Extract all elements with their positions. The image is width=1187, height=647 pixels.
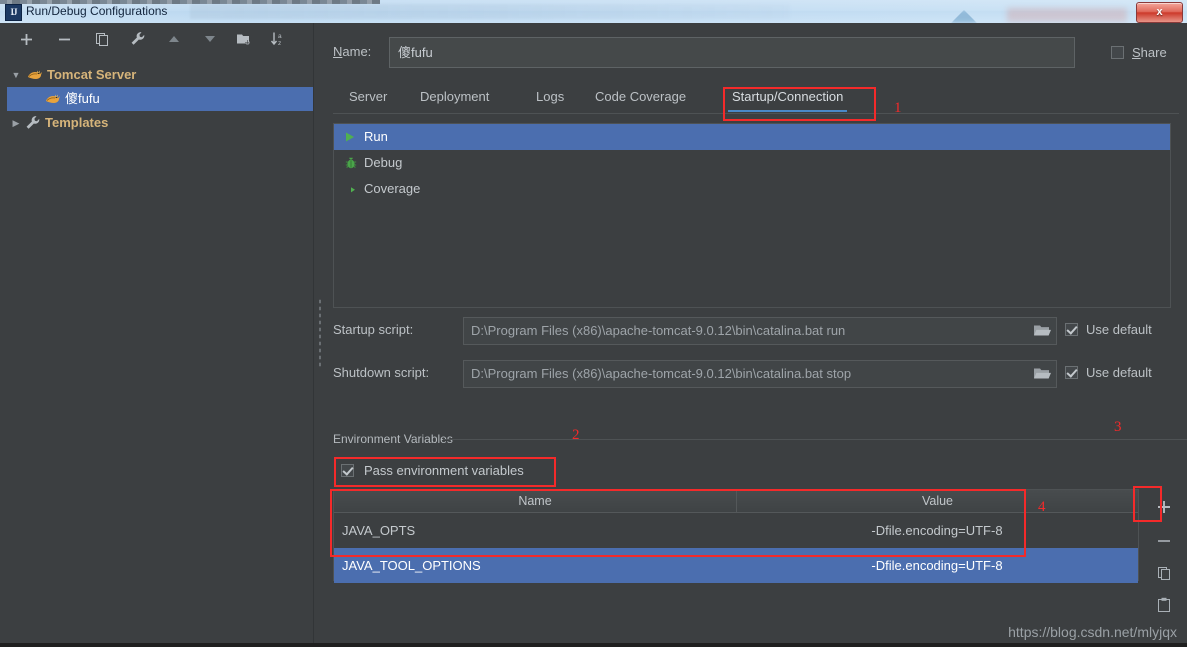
group-divider xyxy=(443,439,1187,440)
tree-item-label: Tomcat Server xyxy=(47,67,137,82)
startup-mode-list[interactable]: Run Debug Coverage xyxy=(333,123,1171,308)
tree-item-templates[interactable]: ▶ Templates xyxy=(7,111,313,135)
cell-value[interactable]: -Dfile.encoding=UTF-8 xyxy=(736,558,1138,573)
watermark: https://blog.csdn.net/mlyjqx xyxy=(1008,624,1177,640)
cell-name[interactable]: JAVA_TOOL_OPTIONS xyxy=(334,558,736,573)
tab-deployment[interactable]: Deployment xyxy=(416,81,493,112)
copy-variable-button[interactable] xyxy=(1147,557,1181,589)
new-folder-button[interactable] xyxy=(234,30,254,48)
background-blur xyxy=(190,4,790,19)
startup-use-default-checkbox[interactable]: Use default xyxy=(1065,322,1152,337)
chevron-right-icon[interactable]: ▶ xyxy=(7,111,25,135)
shutdown-use-default-checkbox[interactable]: Use default xyxy=(1065,365,1152,380)
shutdown-script-label: Shutdown script: xyxy=(333,365,430,380)
tree-item-shafufu[interactable]: 傻fufu xyxy=(7,87,313,111)
run-debug-configurations-dialog: IJ Run/Debug Configurations x a z ▼ Tomc… xyxy=(0,0,1187,647)
annotation-number-4: 4 xyxy=(1038,499,1046,515)
annotation-number-1: 1 xyxy=(894,100,902,116)
startup-use-default-box[interactable] xyxy=(1065,323,1078,336)
share-checkbox[interactable]: Share xyxy=(1111,42,1187,62)
share-label: Share xyxy=(1132,44,1167,60)
configurations-toolbar: a z xyxy=(0,23,313,55)
list-item-label: Run xyxy=(364,129,388,144)
tab-code-coverage[interactable]: Code Coverage xyxy=(591,81,690,112)
name-row: Name: 傻fufu Share xyxy=(333,37,1187,69)
wrench-icon xyxy=(25,115,41,131)
splitter-grip[interactable] xyxy=(318,298,322,368)
chevron-down-icon[interactable]: ▼ xyxy=(7,63,25,87)
annotation-box-3 xyxy=(1133,486,1162,522)
window-title-bar: IJ Run/Debug Configurations x xyxy=(0,0,1187,24)
tab-logs[interactable]: Logs xyxy=(532,81,568,112)
remove-configuration-button[interactable] xyxy=(54,30,74,48)
move-down-button[interactable] xyxy=(200,30,220,48)
window-title: Run/Debug Configurations xyxy=(26,4,168,18)
remove-variable-button[interactable] xyxy=(1147,525,1181,557)
tree-item-label: Templates xyxy=(45,115,109,130)
name-label: Name: xyxy=(333,44,372,59)
move-up-button[interactable] xyxy=(164,30,184,48)
startup-script-browse-folder-icon[interactable] xyxy=(1033,323,1051,338)
name-input[interactable]: 傻fufu xyxy=(389,37,1075,68)
shutdown-script-input[interactable]: D:\Program Files (x86)\apache-tomcat-9.0… xyxy=(463,360,1057,388)
tree-item-tomcat-server[interactable]: ▼ Tomcat Server xyxy=(7,63,313,87)
configurations-tree[interactable]: ▼ Tomcat Server 傻fufu ▶ Templates xyxy=(7,63,313,135)
svg-text:a: a xyxy=(278,33,282,40)
tomcat-icon xyxy=(25,67,43,83)
startup-script-row: Startup script: D:\Program Files (x86)\a… xyxy=(333,317,1187,345)
sort-alpha-icon[interactable]: a z xyxy=(268,30,288,48)
add-configuration-button[interactable] xyxy=(16,30,36,48)
paste-variable-button[interactable] xyxy=(1147,589,1181,621)
list-item-label: Coverage xyxy=(364,181,421,196)
startup-script-label: Startup script: xyxy=(333,322,414,337)
copy-configuration-button[interactable] xyxy=(92,30,112,48)
tab-server[interactable]: Server xyxy=(345,81,391,112)
share-checkbox-box[interactable] xyxy=(1111,45,1124,59)
svg-text:z: z xyxy=(278,40,281,47)
close-icon[interactable]: x xyxy=(1136,2,1183,23)
startup-script-input[interactable]: D:\Program Files (x86)\apache-tomcat-9.0… xyxy=(463,317,1057,345)
environment-variables-group-label: Environment Variables xyxy=(333,432,459,446)
intellij-idea-icon: IJ xyxy=(5,4,22,21)
list-item-run[interactable]: Run xyxy=(334,124,1170,150)
annotation-number-3: 3 xyxy=(1114,419,1122,435)
annotation-number-2: 2 xyxy=(572,427,580,443)
tree-item-label: 傻fufu xyxy=(65,91,100,106)
configurations-left-panel: a z ▼ Tomcat Server 傻fufu ▶ Templates xyxy=(0,23,313,643)
annotation-box-4 xyxy=(330,489,1026,557)
edit-templates-wrench-icon[interactable] xyxy=(128,30,148,48)
shutdown-use-default-label: Use default xyxy=(1086,365,1152,380)
dialog-body: a z ▼ Tomcat Server 傻fufu ▶ Templates Na… xyxy=(0,23,1187,647)
shutdown-script-row: Shutdown script: D:\Program Files (x86)\… xyxy=(333,360,1187,388)
coverage-icon xyxy=(344,181,364,197)
shutdown-use-default-box[interactable] xyxy=(1065,366,1078,379)
list-item-debug[interactable]: Debug xyxy=(334,150,1170,176)
play-icon xyxy=(344,129,364,145)
background-blur-right xyxy=(1007,8,1127,22)
background-blur-cone xyxy=(951,10,977,23)
startup-use-default-label: Use default xyxy=(1086,322,1152,337)
annotation-box-1 xyxy=(723,87,876,121)
bug-icon xyxy=(344,155,364,171)
shutdown-script-browse-folder-icon[interactable] xyxy=(1033,366,1051,381)
list-item-label: Debug xyxy=(364,155,403,170)
tomcat-icon xyxy=(43,91,61,107)
annotation-box-2 xyxy=(334,457,556,487)
list-item-coverage[interactable]: Coverage xyxy=(334,176,1170,202)
